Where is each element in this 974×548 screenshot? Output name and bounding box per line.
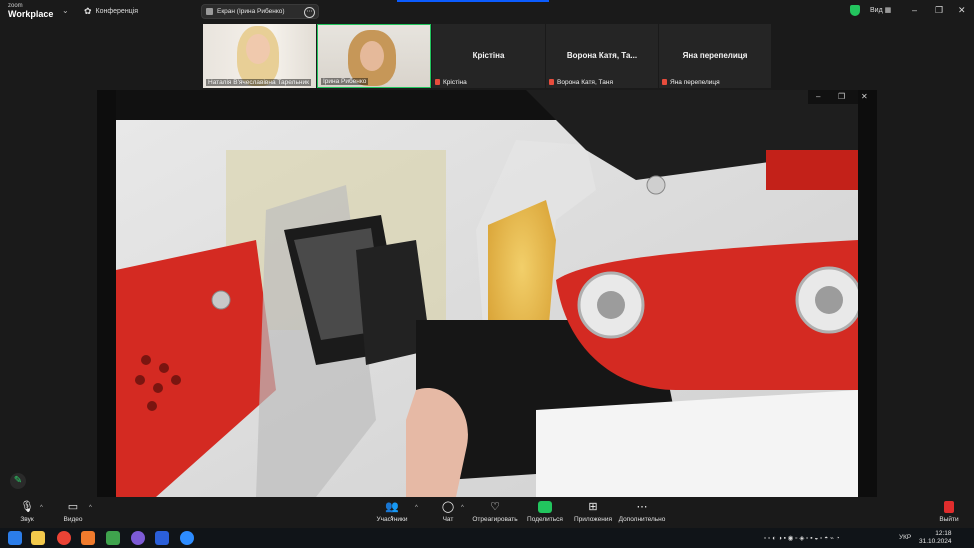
participant-tile-active[interactable]: Ірина Рибенко xyxy=(317,24,431,88)
share-minimize-button[interactable]: – xyxy=(816,92,820,101)
participant-tile[interactable]: Наталія В'ячеславівна Тарельник xyxy=(203,24,316,88)
share-label: Поделиться xyxy=(527,516,563,523)
participant-tile[interactable]: Яна перепелиця Яна перепелиця xyxy=(659,24,771,88)
video-options-caret[interactable]: ^ xyxy=(89,505,92,511)
participant-display-name: Ворона Катя, Та... xyxy=(566,51,638,60)
participants-options-caret[interactable]: ^ xyxy=(415,505,418,511)
close-button[interactable]: ✕ xyxy=(958,5,966,16)
system-tray-icons[interactable]: ▫ ▫ ◐ ◑ ▪ ◉ ▫ ◈ ▫ ▪ ◒ ▫ ◓ ⌁ ◔ xyxy=(764,534,840,542)
camera-icon: ▭ xyxy=(67,501,79,513)
video-label: Видео xyxy=(63,516,83,523)
grid-icon: ▦ xyxy=(884,7,892,14)
chat-options-caret[interactable]: ^ xyxy=(461,505,464,511)
participant-tile[interactable]: Крістіна Крістіна xyxy=(432,24,545,88)
apps-label: Приложения xyxy=(573,516,613,523)
meeting-menu-label: Конференція xyxy=(95,8,139,15)
participants-label: Участники xyxy=(376,516,408,523)
more-icon: ⋯ xyxy=(636,501,648,513)
screen-share-indicator[interactable]: Екран (Ірина Рибенко) ⋯ xyxy=(201,4,319,19)
chat-label: Чат xyxy=(442,516,454,523)
screen-share-label: Екран (Ірина Рибенко) xyxy=(217,8,285,15)
more-options-icon[interactable]: ⋯ xyxy=(304,7,315,18)
video-button[interactable]: ▭ Видео xyxy=(46,499,100,523)
paw-icon: ✿ xyxy=(84,6,92,16)
chrome-icon[interactable] xyxy=(57,531,71,545)
participant-display-name: Крістіна xyxy=(472,51,505,60)
annotate-pencil-icon[interactable]: ✎ xyxy=(10,473,26,489)
participant-name: Ворона Катя, Таня xyxy=(549,79,613,86)
file-explorer-icon[interactable] xyxy=(31,531,45,545)
microphone-icon: 🎙 xyxy=(20,501,34,513)
participant-face xyxy=(246,34,270,64)
participant-display-name: Яна перепелиця xyxy=(682,51,748,60)
participant-name: Яна перепелиця xyxy=(662,79,720,86)
zoom-taskbar-icon[interactable] xyxy=(180,531,194,545)
apps-button[interactable]: ⊞ Приложения xyxy=(566,499,620,523)
taskbar-clock[interactable]: 12:18 31.10.2024 xyxy=(919,530,952,546)
share-screen-icon xyxy=(538,501,552,513)
leave-icon xyxy=(944,501,954,513)
clock-date: 31.10.2024 xyxy=(919,538,952,545)
shared-screen-content[interactable] xyxy=(116,90,858,497)
minimize-button[interactable]: – xyxy=(912,5,917,15)
react-label: Отреагировать xyxy=(472,516,518,523)
heart-icon: ♡ xyxy=(490,501,500,513)
top-bar xyxy=(0,0,974,22)
restore-button[interactable]: ❐ xyxy=(935,5,943,16)
viber-icon[interactable] xyxy=(131,531,145,545)
participants-button[interactable]: 👥5 Участники xyxy=(365,499,419,523)
audio-label: Звук xyxy=(20,516,34,523)
meeting-menu[interactable]: ✿ Конференція xyxy=(84,6,138,17)
more-label: Дополнительно xyxy=(618,516,666,523)
security-shield-icon[interactable] xyxy=(850,5,860,16)
more-button[interactable]: ⋯ Дополнительно xyxy=(615,499,669,523)
participant-face xyxy=(360,41,384,71)
leave-label: Выйти xyxy=(939,516,959,523)
screen-icon xyxy=(206,8,213,15)
windows-start-icon[interactable] xyxy=(8,531,22,545)
app-logo-name: Workplace xyxy=(8,9,54,19)
participant-name: Крістіна xyxy=(435,79,467,86)
app-icon[interactable] xyxy=(81,531,95,545)
chat-icon: ◯ xyxy=(441,501,455,513)
participant-name: Наталія В'ячеславівна Тарельник xyxy=(206,79,311,86)
share-screen-button[interactable]: Поделиться xyxy=(518,499,572,523)
leave-button[interactable]: Выйти xyxy=(922,499,974,523)
shared-video-frame xyxy=(116,90,858,497)
share-focus-bar xyxy=(397,0,549,2)
participant-tile[interactable]: Ворона Катя, Та... Ворона Катя, Таня xyxy=(546,24,658,88)
language-indicator[interactable]: УКР xyxy=(899,534,911,541)
apps-icon: ⊞ xyxy=(588,501,598,513)
clock-time: 12:18 xyxy=(935,530,952,537)
share-close-button[interactable]: ✕ xyxy=(861,92,868,101)
view-button[interactable]: Вид ▦ xyxy=(870,6,891,14)
app-icon[interactable] xyxy=(106,531,120,545)
participants-icon: 👥5 xyxy=(385,501,399,522)
chevron-down-icon[interactable]: ⌄ xyxy=(62,6,69,15)
react-button[interactable]: ♡ Отреагировать xyxy=(468,499,522,523)
chat-button[interactable]: ◯ Чат xyxy=(421,499,475,523)
audio-options-caret[interactable]: ^ xyxy=(40,505,43,511)
view-label: Вид xyxy=(870,7,883,14)
participant-name: Ірина Рибенко xyxy=(321,78,369,85)
word-icon[interactable] xyxy=(155,531,169,545)
share-restore-button[interactable]: ❐ xyxy=(838,92,845,101)
